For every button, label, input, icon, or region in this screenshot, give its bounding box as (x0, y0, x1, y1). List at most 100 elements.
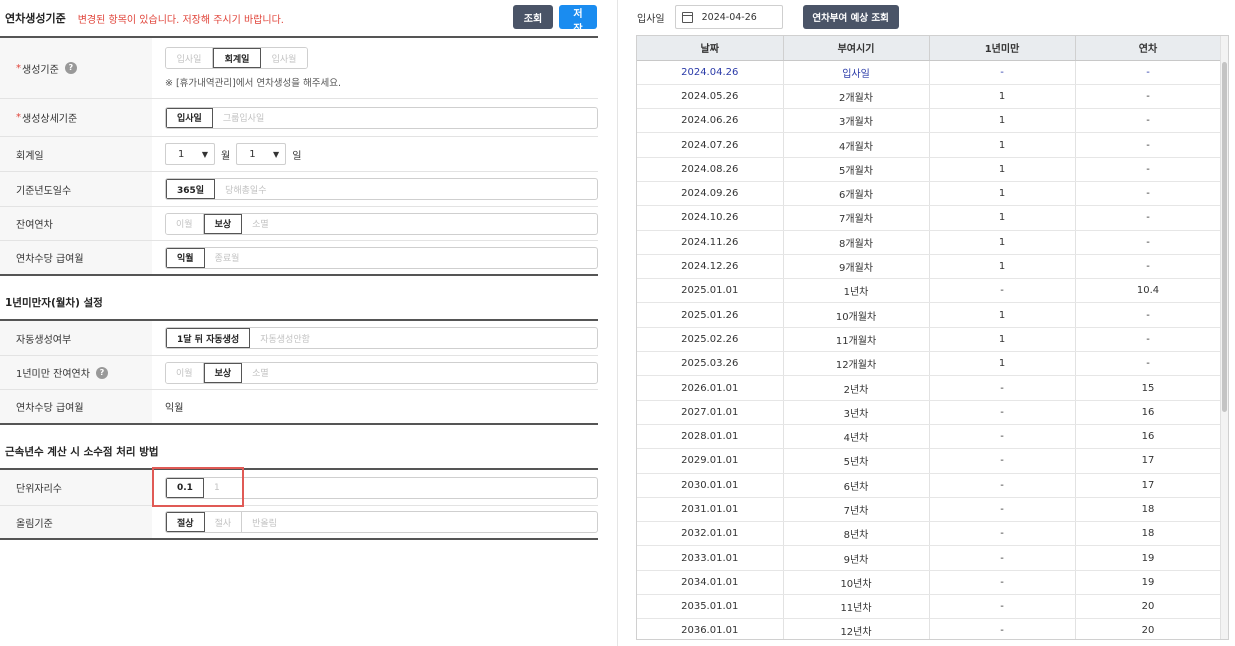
table-row[interactable]: 2024.04.26 입사일 - - (637, 60, 1222, 85)
column-header-grant-time[interactable]: 부여시기 (783, 36, 930, 61)
auto-gen-toggle: 1달 뒤 자동생성 자동생성안함 (165, 327, 598, 349)
table-row[interactable]: 2025.01.26 10개월차 1- (637, 302, 1222, 328)
table-row[interactable]: 2036.01.01 12년차 -20 (637, 618, 1222, 639)
detail-option-hire-date[interactable]: 입사일 (166, 107, 213, 128)
under-one-year-table: 자동생성여부 1달 뒤 자동생성 자동생성안함 1년미만 잔여연차 ? 이월 보… (0, 319, 598, 425)
cell-date: 2025.01.26 (637, 302, 784, 328)
hire-date-input[interactable]: 2024-04-26 (674, 5, 783, 29)
column-header-date[interactable]: 날짜 (637, 36, 784, 61)
row-detail-basis: * 생성상세기준 입사일 그룹입사일 (0, 99, 598, 137)
cell-date: 2036.01.01 (637, 618, 784, 639)
cell-date: 2029.01.01 (637, 448, 784, 474)
cell-date: 2025.02.26 (637, 327, 784, 353)
table-row[interactable]: 2027.01.01 3년차 -16 (637, 400, 1222, 425)
option-end-month[interactable]: 종료월 (204, 247, 250, 268)
table-row[interactable]: 2032.01.01 8년차 -18 (637, 521, 1222, 547)
detail-option-group-hire-date[interactable]: 그룹입사일 (212, 107, 275, 128)
table-row[interactable]: 2024.05.26 2개월차 1- (637, 84, 1222, 110)
cell-grant-time: 3년차 (783, 400, 930, 425)
cell-under-one-year: 1 (929, 181, 1076, 207)
row-rounding: 올림기준 절상 절사 반올림 (0, 506, 598, 540)
table-row[interactable]: 2030.01.01 6년차 -17 (637, 473, 1222, 498)
table-row[interactable]: 2024.12.26 9개월차 1- (637, 254, 1222, 280)
row-fiscal-day: 회계일 1 ▼ 월 1 ▼ 일 (0, 137, 598, 172)
basis-option-fiscal-date[interactable]: 회계일 (213, 48, 261, 68)
cell-annual-leave: - (1075, 132, 1222, 158)
cell-annual-leave: - (1075, 205, 1222, 231)
option-no-auto[interactable]: 자동생성안함 (250, 328, 320, 348)
fiscal-day-select[interactable]: 1 ▼ (236, 143, 287, 165)
option-next-month[interactable]: 익월 (166, 247, 205, 268)
preview-button[interactable]: 연차부여 예상 조회 (802, 5, 899, 29)
cell-annual-leave: 20 (1075, 618, 1222, 639)
under1-pay-month-label: 연차수당 급여월 (0, 390, 152, 423)
help-icon[interactable]: ? (64, 62, 77, 74)
table-row[interactable]: 2025.01.01 1년차 -10.4 (637, 278, 1222, 304)
table-row[interactable]: 2024.09.26 6개월차 1- (637, 181, 1222, 207)
base-year-days-label: 기준년도일수 (0, 172, 152, 206)
grid-scrollbar[interactable] (1220, 36, 1228, 639)
basis-option-hire-month[interactable]: 입사월 (261, 48, 307, 68)
table-row[interactable]: 2035.01.01 11년차 -20 (637, 594, 1222, 620)
option-compensate[interactable]: 보상 (203, 362, 243, 383)
cell-under-one-year: - (929, 545, 1076, 571)
option-carry-over[interactable]: 이월 (166, 213, 204, 234)
cell-under-one-year: - (929, 400, 1076, 425)
option-compensate[interactable]: 보상 (203, 213, 243, 234)
table-row[interactable]: 2025.03.26 12개월차 1- (637, 351, 1222, 377)
cell-under-one-year: 1 (929, 84, 1076, 110)
row-unit-digits: 단위자리수 0.1 1 (0, 470, 598, 506)
table-row[interactable]: 2024.07.26 4개월차 1- (637, 132, 1222, 158)
cell-date: 2024.08.26 (637, 157, 784, 182)
option-round[interactable]: 반올림 (242, 512, 287, 532)
table-row[interactable]: 2024.10.26 7개월차 1- (637, 205, 1222, 231)
rounding-toggle: 절상 절사 반올림 (165, 511, 598, 533)
table-row[interactable]: 2026.01.01 2년차 -15 (637, 375, 1222, 401)
option-round-up[interactable]: 절상 (166, 512, 205, 532)
search-button[interactable]: 조회 (513, 5, 553, 29)
row-under1-pay-month: 연차수당 급여월 익월 (0, 390, 598, 425)
table-row[interactable]: 2029.01.01 5년차 -17 (637, 448, 1222, 474)
table-row[interactable]: 2033.01.01 9년차 -19 (637, 545, 1222, 571)
column-header-under-one-year[interactable]: 1년미만 (929, 36, 1076, 61)
remaining-leave-label: 잔여연차 (0, 207, 152, 240)
cell-grant-time: 2개월차 (783, 84, 930, 110)
save-button[interactable]: 저장 (559, 5, 597, 35)
table-row[interactable]: 2031.01.01 7년차 -18 (637, 497, 1222, 523)
cell-grant-time: 7개월차 (783, 205, 930, 231)
cell-grant-time: 4년차 (783, 424, 930, 450)
table-row[interactable]: 2024.11.26 8개월차 1- (637, 230, 1222, 255)
cell-date: 2033.01.01 (637, 545, 784, 571)
table-row[interactable]: 2028.01.01 4년차 -16 (637, 424, 1222, 450)
table-row[interactable]: 2024.06.26 3개월차 1- (637, 108, 1222, 134)
option-expire[interactable]: 소멸 (242, 362, 279, 383)
basis-option-hire-date[interactable]: 입사일 (166, 48, 213, 68)
option-365-days[interactable]: 365일 (166, 179, 216, 199)
basis-toggle: 입사일 회계일 입사월 (165, 47, 308, 69)
cell-annual-leave: - (1075, 351, 1222, 377)
fiscal-month-select[interactable]: 1 ▼ (165, 143, 215, 165)
option-expire[interactable]: 소멸 (242, 213, 279, 234)
cell-grant-time: 11년차 (783, 594, 930, 620)
calendar-icon[interactable] (681, 11, 693, 23)
option-year-total-days[interactable]: 당해총일수 (215, 179, 277, 199)
option-auto-after-month[interactable]: 1달 뒤 자동생성 (166, 328, 251, 348)
table-row[interactable]: 2034.01.01 10년차 -19 (637, 570, 1222, 596)
table-row[interactable]: 2025.02.26 11개월차 1- (637, 327, 1222, 353)
row-remaining-leave: 잔여연차 이월 보상 소멸 (0, 207, 598, 241)
cell-under-one-year: 1 (929, 108, 1076, 134)
column-header-annual-leave[interactable]: 연차 (1075, 36, 1222, 61)
cell-under-one-year: 1 (929, 327, 1076, 353)
scrollbar-thumb[interactable] (1222, 62, 1227, 412)
option-truncate[interactable]: 절사 (204, 512, 243, 532)
cell-annual-leave: - (1075, 254, 1222, 280)
table-row[interactable]: 2024.08.26 5개월차 1- (637, 157, 1222, 182)
cell-under-one-year: 1 (929, 351, 1076, 377)
cell-annual-leave: 16 (1075, 400, 1222, 425)
option-carry-over[interactable]: 이월 (166, 362, 204, 383)
cell-grant-time: 5개월차 (783, 157, 930, 182)
cell-under-one-year: - (929, 521, 1076, 547)
basis-note: ※ [휴가내역관리]에서 연차생성을 해주세요. (165, 78, 342, 89)
basis-settings-table: * 생성기준 ? 입사일 회계일 입사월 ※ [휴가내역관리]에서 연차생성을 해… (0, 36, 598, 276)
help-icon[interactable]: ? (95, 366, 108, 379)
